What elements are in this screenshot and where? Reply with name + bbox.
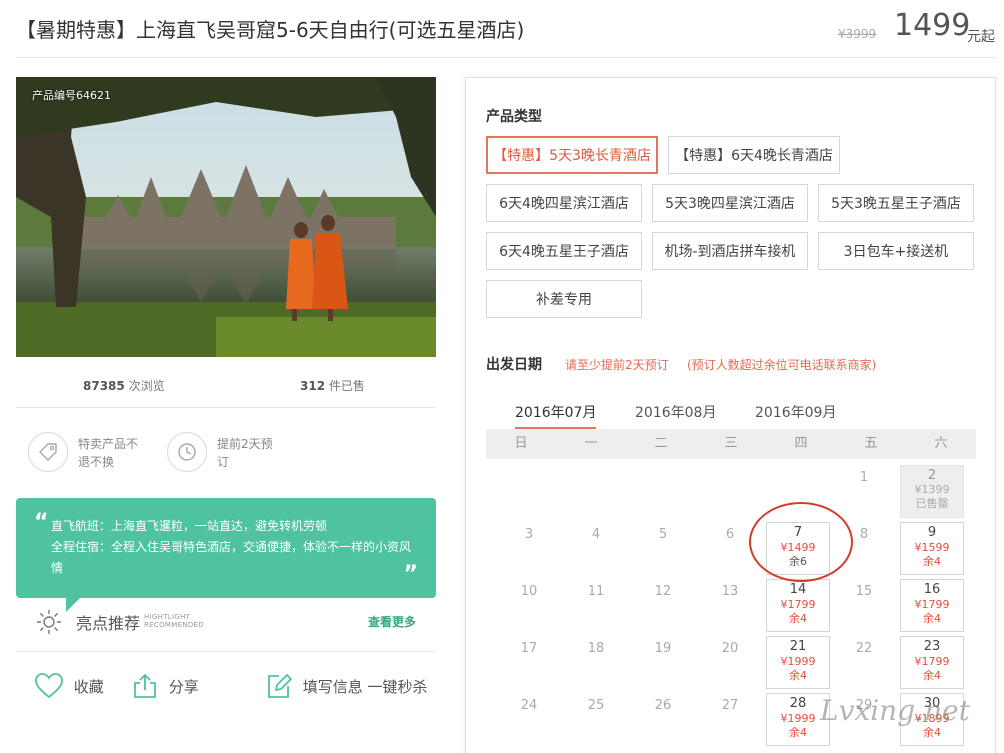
sun-icon (36, 609, 62, 635)
weekday-tue: 二 (654, 436, 668, 451)
current-price: 1499 (894, 8, 971, 43)
calendar-day-16[interactable]: 16 ¥1799 余4 (900, 579, 964, 632)
favorite-label: 收藏 (73, 677, 104, 696)
weekday-mon: 一 (584, 436, 598, 451)
original-price: ¥3999 (838, 27, 877, 41)
calendar-day-22: 22 (855, 641, 873, 656)
highlight-title: 亮点推荐 (76, 614, 141, 633)
calendar-day-18: 18 (587, 641, 605, 656)
calendar-day-19: 19 (654, 641, 672, 656)
product-option-2[interactable]: 【特惠】6天4晚长青酒店 (668, 136, 840, 174)
product-option-4[interactable]: 5天3晚四星滨江酒店 (652, 184, 808, 222)
calendar-day-8: 8 (859, 527, 869, 542)
calendar-day-24: 24 (520, 698, 538, 713)
tab-month-september[interactable]: 2016年09月 (755, 402, 836, 422)
calendar-day-13: 13 (721, 584, 739, 599)
views-stat: 87385 次浏览 (83, 377, 165, 394)
product-photo: 产品编号64621 (16, 77, 436, 357)
calendar-day-26: 26 (654, 698, 672, 713)
product-number: 产品编号64621 (32, 89, 111, 102)
calendar-day-12: 12 (654, 584, 672, 599)
highlight-english-label: HIGHTLIGHT RECOMMENDED (144, 613, 204, 629)
calendar-day-3: 3 (524, 527, 534, 542)
booking-panel: 产品类型 【特惠】5天3晚长青酒店 【特惠】6天4晚长青酒店 6天4晚四星滨江酒… (465, 77, 996, 753)
departure-date-label: 出发日期 (486, 357, 542, 373)
sold-stat: 312 件已售 (300, 377, 365, 394)
product-type-label: 产品类型 (486, 109, 542, 125)
share-button[interactable]: 分享 (132, 673, 199, 699)
views-count: 87385 (83, 379, 125, 393)
highlight-text: 直飞航班：上海直飞暹粒，一站直达，避免转机劳顿 全程住宿：全程入住吴哥特色酒店，… (51, 516, 411, 579)
calendar-day-21[interactable]: 21 ¥1999 余4 (766, 636, 830, 689)
heart-icon (35, 673, 63, 699)
calendar-week-2: 3 4 5 6 7 ¥1499 余6 8 9 ¥1599 余4 (486, 516, 976, 575)
favorite-button[interactable]: 收藏 (35, 673, 104, 699)
fill-info-button[interactable]: 填写信息 一键秒杀 (266, 673, 428, 699)
share-label: 分享 (168, 677, 199, 696)
product-option-9[interactable]: 补差专用 (486, 280, 642, 318)
calendar-day-15: 15 (855, 584, 873, 599)
price-tag-icon (28, 432, 68, 472)
weekday-thu: 四 (794, 436, 808, 451)
weekday-sat: 六 (934, 436, 948, 451)
calendar-day-25: 25 (587, 698, 605, 713)
calendar-week-4: 17 18 19 20 21 ¥1999 余4 22 23 ¥1799 余4 (486, 630, 976, 689)
view-more-link[interactable]: 查看更多 (368, 613, 416, 630)
page-header: 【暑期特惠】上海直飞吴哥窟5-6天自由行(可选五星酒店) ¥3999 1499 … (16, 0, 996, 58)
highlight-flight: 直飞航班：上海直飞暹粒，一站直达，避免转机劳顿 (51, 519, 328, 533)
sold-count: 312 (300, 379, 326, 393)
calendar-day-1: 1 (859, 470, 869, 485)
calendar-day-5: 5 (658, 527, 668, 542)
product-option-3[interactable]: 6天4晚四星滨江酒店 (486, 184, 642, 222)
policy-text: 特卖产品不 退不换 (78, 437, 139, 469)
calendar-day-10: 10 (520, 584, 538, 599)
advance-booking-note: 请至少提前2天预订 (565, 358, 669, 372)
product-option-8[interactable]: 3日包车+接送机 (818, 232, 974, 270)
calendar-weekday-header: 日 一 二 三 四 五 六 (486, 429, 976, 459)
product-stats: 87385 次浏览 312 件已售 (16, 368, 436, 408)
highlight-footer: 亮点推荐 HIGHTLIGHT RECOMMENDED 查看更多 (16, 604, 436, 652)
calendar-week-1: 1 2 ¥1399 已售罄 (486, 459, 976, 518)
calendar-day-23[interactable]: 23 ¥1799 余4 (900, 636, 964, 689)
quote-close-icon: ” (403, 562, 418, 587)
action-bar: 收藏 分享 填写信息 一键秒杀 (16, 665, 436, 710)
weekday-fri: 五 (864, 436, 878, 451)
sold-label: 件已售 (328, 379, 365, 393)
calendar-day-27: 27 (721, 698, 739, 713)
edit-icon (268, 674, 292, 698)
calendar-day-6: 6 (725, 527, 735, 542)
calendar-day-2: 2 ¥1399 已售罄 (900, 465, 964, 518)
calendar-day-11: 11 (587, 584, 605, 599)
fill-info-label: 填写信息 一键秒杀 (302, 677, 428, 696)
calendar-day-17: 17 (520, 641, 538, 656)
views-label: 次浏览 (128, 379, 165, 393)
calendar-day-9[interactable]: 9 ¥1599 余4 (900, 522, 964, 575)
clock-history-icon (167, 432, 207, 472)
policy-badges: 特卖产品不 退不换 提前2天预 订 (16, 408, 436, 486)
quote-open-icon: “ (34, 510, 49, 535)
product-option-6[interactable]: 6天4晚五星王子酒店 (486, 232, 642, 270)
product-option-5[interactable]: 5天3晚五星王子酒店 (818, 184, 974, 222)
tab-month-july[interactable]: 2016年07月 (515, 402, 597, 429)
product-option-1[interactable]: 【特惠】5天3晚长青酒店 (486, 136, 658, 174)
price-unit: 元起 (967, 29, 995, 45)
capacity-note: (预订人数超过余位可电话联系商家) (687, 358, 877, 372)
calendar-day-14[interactable]: 14 ¥1799 余4 (766, 579, 830, 632)
policy-text: 提前2天预 订 (217, 437, 273, 469)
weekday-sun: 日 (514, 436, 528, 451)
calendar-week-3: 10 11 12 13 14 ¥1799 余4 15 16 ¥1799 余4 (486, 573, 976, 632)
highlight-hotel: 全程住宿：全程入住吴哥特色酒店，交通便捷，体验不一样的小资风情 (51, 540, 412, 575)
angkor-temple-image (16, 77, 436, 357)
tab-month-august[interactable]: 2016年08月 (635, 402, 716, 422)
weekday-wed: 三 (724, 436, 738, 451)
calendar-day-4: 4 (591, 527, 601, 542)
product-title: 【暑期特惠】上海直飞吴哥窟5-6天自由行(可选五星酒店) (16, 18, 525, 42)
product-option-7[interactable]: 机场-到酒店拼车接机 (652, 232, 808, 270)
calendar-day-7[interactable]: 7 ¥1499 余6 (766, 522, 830, 575)
site-watermark: Lvxing.net (820, 694, 970, 727)
share-icon (134, 673, 156, 698)
calendar-day-20: 20 (721, 641, 739, 656)
highlight-box: “ 直飞航班：上海直飞暹粒，一站直达，避免转机劳顿 全程住宿：全程入住吴哥特色酒… (16, 498, 436, 612)
